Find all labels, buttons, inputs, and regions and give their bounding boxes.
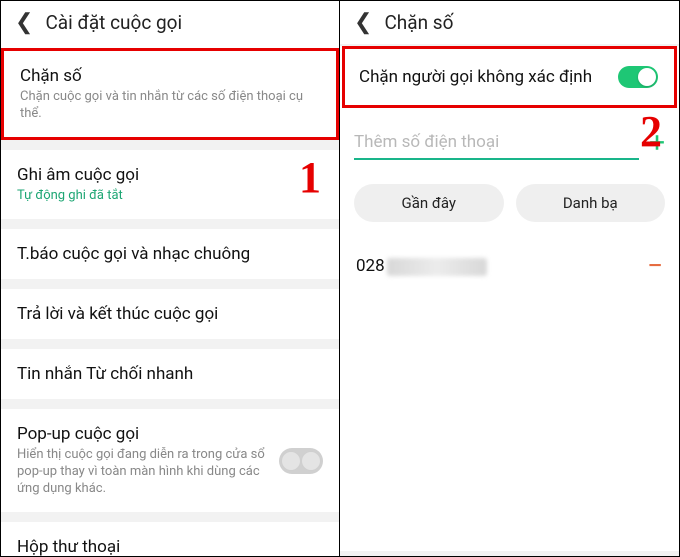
item-voicemail[interactable]: Hộp thư thoại	[1, 522, 339, 556]
item-title: Ghi âm cuộc gọi	[17, 164, 323, 186]
item-block-numbers[interactable]: Chặn số Chặn cuộc gọi và tin nhắn từ các…	[1, 48, 339, 140]
btn-recent[interactable]: Gần đây	[354, 184, 504, 222]
toggle-block-unknown[interactable]	[618, 66, 658, 88]
item-call-recording[interactable]: Ghi âm cuộc gọi Tự động ghi đã tắt 1	[1, 150, 339, 219]
item-sub: Chặn cuộc gọi và tin nhắn từ các số điện…	[20, 89, 320, 123]
plus-icon[interactable]: +	[649, 129, 665, 157]
settings-list: Chặn số Chặn cuộc gọi và tin nhắn từ các…	[1, 48, 339, 556]
btn-contacts[interactable]: Danh bạ	[516, 184, 666, 222]
page-title: Chặn số	[384, 11, 453, 34]
item-answer-end-calls[interactable]: Trả lời và kết thúc cuộc gọi	[1, 289, 339, 339]
item-call-alerts-ringtones[interactable]: T.báo cuộc gọi và nhạc chuông	[1, 229, 339, 279]
back-icon[interactable]: ❮	[15, 12, 33, 34]
item-title: Hộp thư thoại	[17, 536, 323, 556]
blocked-number-row[interactable]: 028 −	[340, 240, 679, 292]
block-unknown-label: Chặn người gọi không xác định	[359, 67, 592, 87]
add-number-row: Thêm số điện thoại +	[340, 118, 679, 172]
number-blur	[387, 258, 487, 276]
pane-call-settings: ❮ Cài đặt cuộc gọi Chặn số Chặn cuộc gọi…	[1, 1, 340, 556]
item-title: Trả lời và kết thúc cuộc gọi	[17, 303, 323, 325]
highlight-box: Chặn người gọi không xác định 2	[342, 46, 677, 108]
minus-icon[interactable]: −	[647, 252, 663, 280]
row-block-unknown[interactable]: Chặn người gọi không xác định	[345, 49, 674, 105]
item-quick-decline[interactable]: Tin nhắn Từ chối nhanh	[1, 349, 339, 399]
blocked-number: 028	[356, 256, 487, 276]
block-content: Chặn người gọi không xác định 2 Thêm số …	[340, 46, 679, 551]
back-icon[interactable]: ❮	[354, 12, 372, 34]
number-prefix: 028	[356, 256, 385, 276]
item-title: Tin nhắn Từ chối nhanh	[17, 363, 323, 385]
pane-block-numbers: ❮ Chặn số Chặn người gọi không xác định …	[340, 1, 679, 556]
phone-input[interactable]: Thêm số điện thoại	[354, 126, 639, 160]
source-buttons: Gần đây Danh bạ	[340, 172, 679, 240]
header: ❮ Chặn số	[340, 1, 679, 44]
item-call-popup[interactable]: Pop-up cuộc gọi Hiển thị cuộc gọi đang d…	[1, 409, 339, 512]
page-title: Cài đặt cuộc gọi	[45, 11, 182, 34]
header: ❮ Cài đặt cuộc gọi	[1, 1, 339, 48]
item-title: Chặn số	[20, 65, 320, 87]
item-title: Pop-up cuộc gọi	[17, 423, 269, 445]
item-sub: Hiển thị cuộc gọi đang diễn ra trong cửa…	[17, 447, 269, 498]
item-sub: Tự động ghi đã tắt	[17, 188, 323, 205]
toggle-call-popup[interactable]	[279, 448, 323, 474]
item-title: T.báo cuộc gọi và nhạc chuông	[17, 243, 323, 265]
